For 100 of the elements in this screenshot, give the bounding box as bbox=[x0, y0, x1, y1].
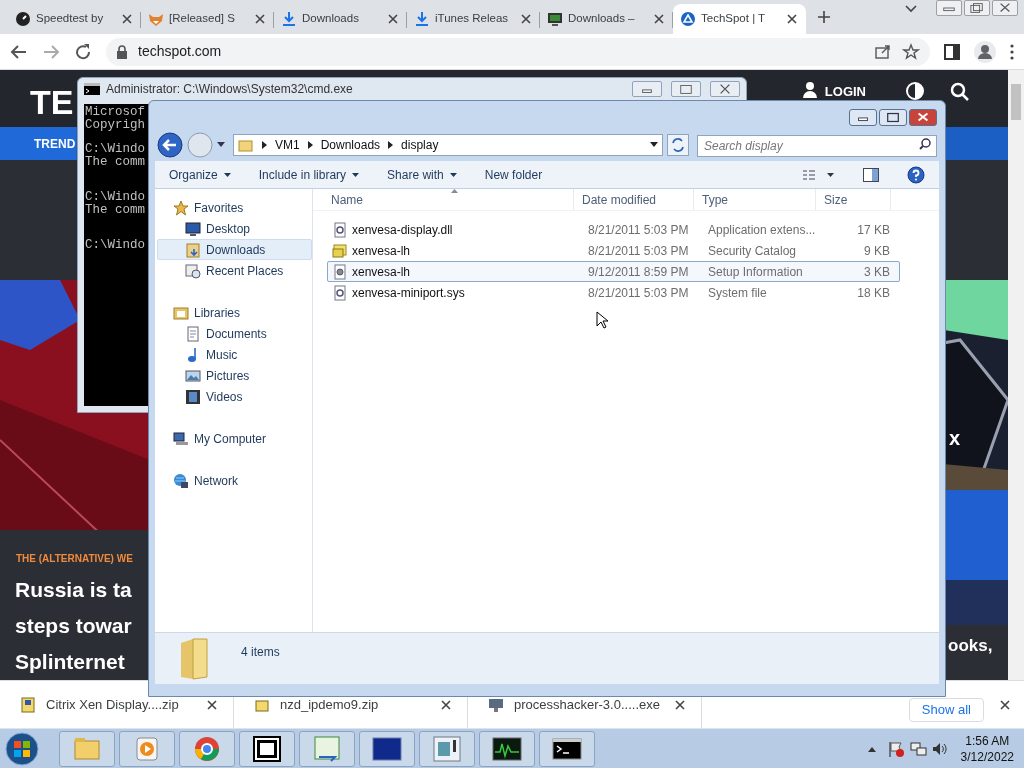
close-icon[interactable] bbox=[785, 12, 799, 26]
restore-icon[interactable] bbox=[879, 109, 907, 126]
nav-item[interactable]: Network bbox=[194, 471, 238, 490]
contrast-icon[interactable] bbox=[906, 82, 924, 100]
browser-tab[interactable]: Downloads – bbox=[540, 4, 673, 34]
reload-icon[interactable] bbox=[74, 42, 92, 61]
share-icon[interactable] bbox=[874, 43, 892, 60]
file-row[interactable]: xenvesa-lh 9/12/2011 8:59 PM Setup Information 3 KB bbox=[327, 261, 900, 282]
nav-item[interactable]: Videos bbox=[157, 386, 312, 407]
start-orb-icon[interactable] bbox=[5, 731, 39, 766]
close-icon[interactable] bbox=[652, 12, 666, 26]
nav-item[interactable]: Pictures bbox=[157, 365, 312, 386]
refresh-icon[interactable] bbox=[667, 134, 689, 156]
browser-tab[interactable]: [Released] S bbox=[141, 4, 274, 34]
minimize-icon[interactable] bbox=[632, 81, 662, 97]
download-item[interactable]: processhacker-3.0.....exe bbox=[514, 694, 663, 715]
nav-tab[interactable]: TREND bbox=[0, 127, 76, 160]
file-row[interactable]: xenvesa-display.dll 8/21/2011 5:03 PM Application extens... 17 KB bbox=[327, 219, 900, 240]
close-icon[interactable] bbox=[519, 12, 533, 26]
restore-icon[interactable] bbox=[671, 81, 701, 97]
column-header[interactable]: Type bbox=[693, 189, 815, 210]
column-header[interactable]: Size bbox=[815, 189, 891, 210]
flag-icon[interactable] bbox=[886, 739, 905, 758]
taskbar-button[interactable] bbox=[539, 730, 595, 767]
file-row[interactable]: xenvesa-miniport.sys 8/21/2011 5:03 PM System file 18 KB bbox=[327, 282, 900, 303]
address-bar[interactable]: VM1 Downloads display bbox=[233, 134, 663, 156]
star-icon bbox=[173, 199, 189, 216]
plus-icon[interactable] bbox=[816, 9, 832, 25]
close-icon[interactable] bbox=[673, 697, 687, 712]
file-row[interactable]: xenvesa-lh 8/21/2011 5:03 PM Security Catalog 9 KB bbox=[327, 240, 900, 261]
folder-icon bbox=[185, 241, 201, 258]
file-type: Setup Information bbox=[708, 263, 804, 281]
preview-pane-icon[interactable] bbox=[863, 167, 879, 182]
nav-item[interactable]: Libraries bbox=[194, 303, 241, 322]
login-link[interactable]: LOGIN bbox=[824, 82, 866, 102]
column-header[interactable]: Name bbox=[313, 189, 573, 210]
close-icon[interactable] bbox=[710, 81, 740, 97]
taskbar-button[interactable] bbox=[359, 730, 415, 767]
close-icon[interactable] bbox=[992, 0, 1018, 16]
browser-tab[interactable]: Speedtest by bbox=[8, 4, 141, 34]
minimize-icon[interactable] bbox=[849, 109, 877, 126]
show-all-button[interactable]: Show all bbox=[908, 698, 984, 722]
avatar-icon[interactable] bbox=[974, 40, 996, 63]
nav-item[interactable]: Downloads bbox=[157, 239, 312, 260]
taskbar-button[interactable] bbox=[239, 730, 295, 767]
nav-item[interactable]: Recent Places bbox=[157, 260, 312, 281]
console-line: Copyrigh bbox=[85, 119, 145, 132]
nav-item[interactable]: Documents bbox=[157, 323, 312, 344]
caret-down-icon[interactable] bbox=[217, 142, 225, 148]
browser-tab[interactable]: TechSpot | T bbox=[673, 4, 806, 34]
file-size: 3 KB bbox=[863, 263, 890, 281]
scrollbar[interactable] bbox=[1008, 70, 1024, 680]
breadcrumb-item[interactable]: VM1 bbox=[275, 136, 300, 154]
browser-tab[interactable]: Downloads bbox=[274, 4, 407, 34]
minimize-icon[interactable] bbox=[936, 0, 962, 16]
view-options-icon[interactable] bbox=[803, 168, 835, 181]
close-icon[interactable] bbox=[205, 697, 219, 712]
browser-tab[interactable]: iTunes Releas bbox=[407, 4, 540, 34]
breadcrumb-item[interactable]: display bbox=[401, 136, 439, 154]
nav-item[interactable]: Desktop bbox=[157, 218, 312, 239]
article-headline[interactable]: Russia is ta steps towar Splinternet bbox=[15, 572, 132, 680]
back-icon[interactable] bbox=[10, 42, 28, 61]
close-icon[interactable] bbox=[386, 12, 400, 26]
toolbar-button[interactable]: Organize bbox=[169, 165, 231, 184]
back-icon[interactable] bbox=[157, 132, 183, 158]
breadcrumb-item[interactable]: Downloads bbox=[320, 136, 381, 154]
close-icon[interactable] bbox=[909, 109, 937, 126]
caret-down-icon[interactable] bbox=[650, 142, 658, 148]
nav-item[interactable]: Music bbox=[157, 344, 312, 365]
star-icon[interactable] bbox=[902, 42, 920, 61]
address-bar[interactable]: techspot.com bbox=[106, 37, 930, 66]
network-icon[interactable] bbox=[908, 739, 927, 758]
download-item[interactable]: Citrix Xen Display....zip bbox=[46, 694, 195, 715]
file-name: xenvesa-lh bbox=[352, 242, 411, 260]
close-icon[interactable] bbox=[120, 12, 134, 26]
clock-time[interactable]: 1:56 AM bbox=[965, 732, 1010, 749]
nav-item[interactable]: My Computer bbox=[194, 429, 267, 448]
article-kicker[interactable]: THE (ALTERNATIVE) WE bbox=[16, 551, 133, 566]
headline-fragment[interactable]: x bbox=[949, 423, 961, 453]
side-panel-icon[interactable] bbox=[944, 43, 960, 60]
restore-icon[interactable] bbox=[964, 0, 990, 16]
download-item[interactable]: nzd_ipdemo9.zip bbox=[280, 694, 429, 715]
taskbar-button[interactable] bbox=[479, 730, 535, 767]
toolbar-button[interactable]: Include in library bbox=[258, 165, 360, 184]
close-icon[interactable] bbox=[253, 12, 267, 26]
column-header[interactable]: Date modified bbox=[573, 189, 693, 210]
console-line: C:\Windo bbox=[85, 143, 145, 156]
search-icon[interactable] bbox=[950, 82, 970, 102]
close-icon[interactable] bbox=[439, 697, 453, 712]
search-field[interactable]: Search display bbox=[697, 135, 937, 157]
more-icon[interactable] bbox=[1010, 43, 1014, 60]
toolbar-button[interactable]: Share with bbox=[387, 165, 457, 184]
nav-item[interactable]: Favorites bbox=[194, 198, 244, 217]
toolbar-button[interactable]: New folder bbox=[484, 165, 543, 184]
help-icon[interactable] bbox=[907, 165, 925, 184]
site-logo[interactable]: TE bbox=[30, 85, 74, 119]
tab-title: TechSpot | T bbox=[701, 11, 767, 27]
close-icon[interactable] bbox=[998, 697, 1012, 712]
headline-fragment[interactable]: ooks, bbox=[948, 633, 993, 659]
clock-date[interactable]: 3/12/2022 bbox=[960, 748, 1014, 765]
